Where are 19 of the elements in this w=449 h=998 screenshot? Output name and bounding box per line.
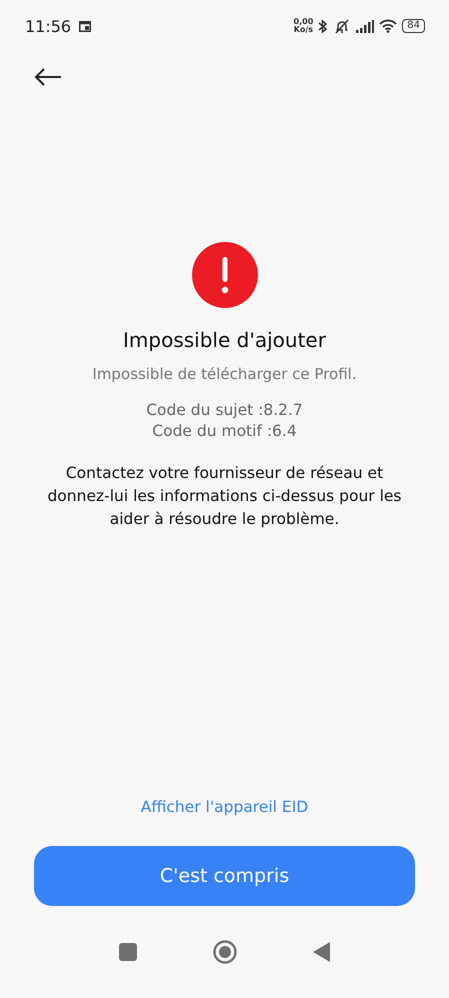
back-nav-icon[interactable] — [312, 942, 330, 962]
error-subtitle: Impossible de télécharger ce Profil. — [92, 365, 357, 383]
confirm-button[interactable]: C'est compris — [34, 846, 415, 906]
bluetooth-icon — [318, 18, 328, 34]
status-time: 11:56 — [25, 16, 72, 36]
error-message: Contactez votre fournisseur de réseau et donnez-lui les informations ci-dessus pour les aider à résoudre le problème. — [46, 463, 403, 530]
calendar-icon — [79, 20, 92, 32]
network-speed: 0,00 Ko/s — [294, 18, 314, 34]
signal-icon — [356, 20, 374, 32]
wifi-icon — [379, 19, 398, 33]
error-code: Code du sujet :8.2.7 — [146, 401, 303, 419]
recents-icon[interactable] — [118, 943, 136, 961]
show-eid-link[interactable]: Afficher l'appareil EID — [140, 798, 308, 816]
home-icon[interactable] — [212, 940, 236, 964]
error-code: Code du motif :6.4 — [152, 422, 297, 440]
muted-bell-icon — [333, 18, 352, 34]
error-icon — [192, 242, 258, 308]
battery-level: 84 — [402, 19, 425, 33]
error-title: Impossible d'ajouter — [123, 328, 326, 352]
